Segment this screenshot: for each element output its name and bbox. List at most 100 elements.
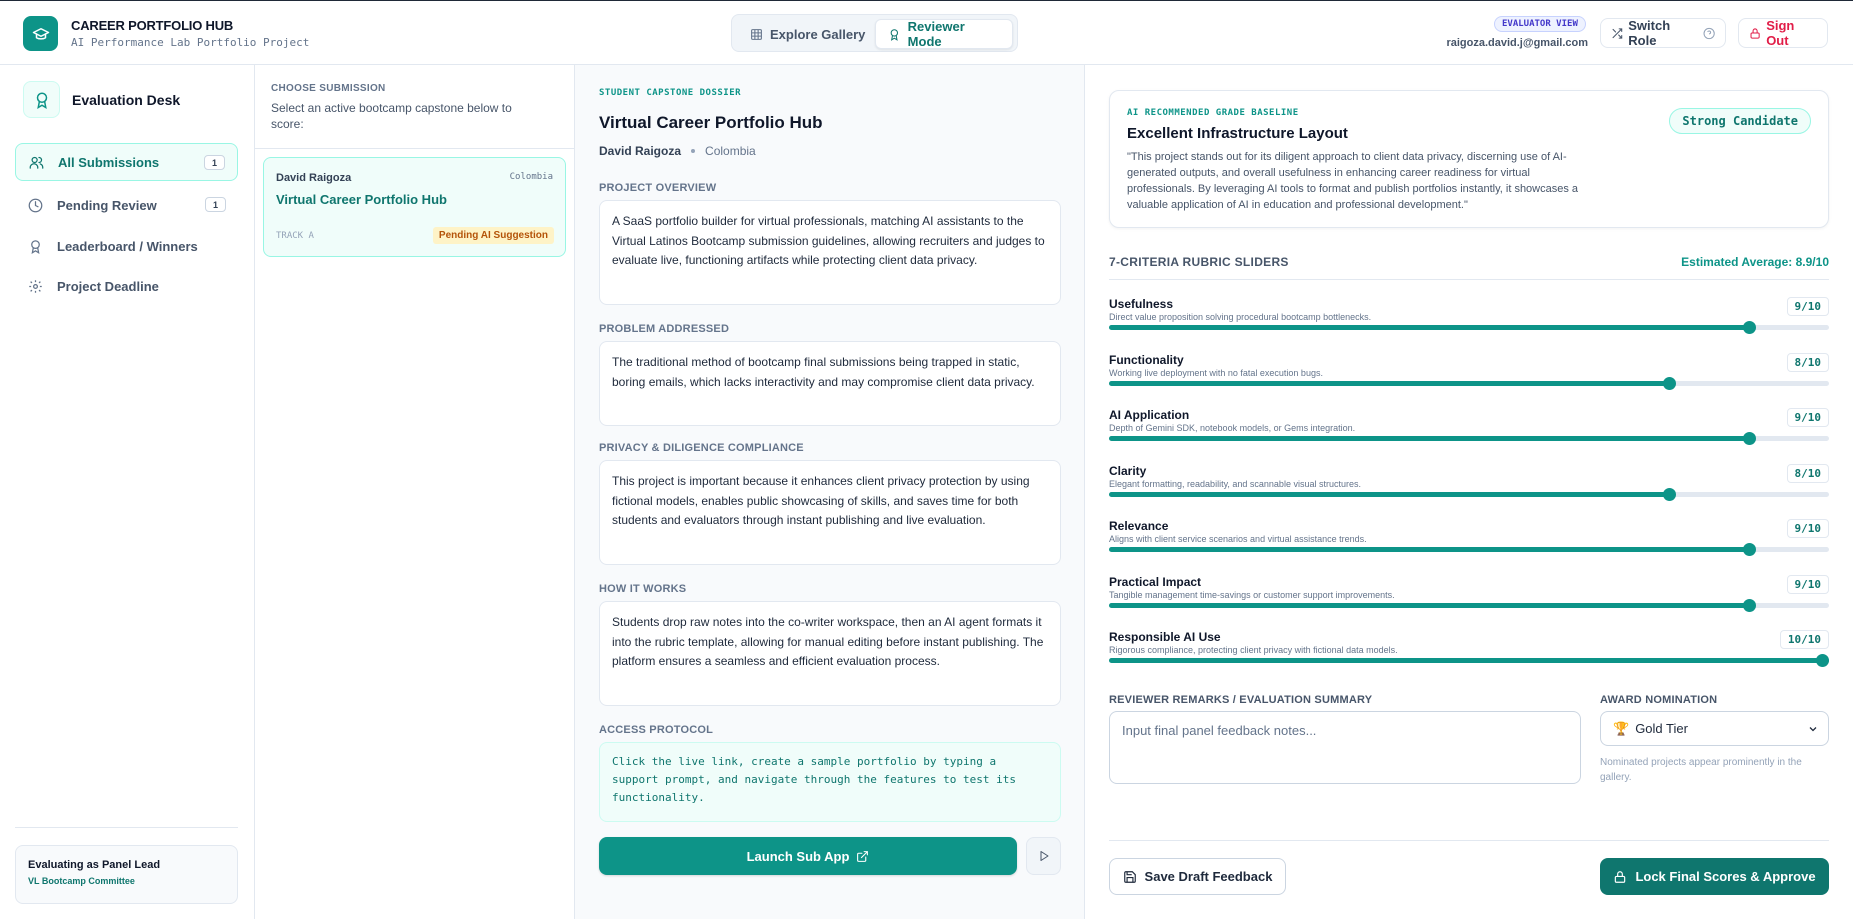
privacy-label: PRIVACY & DILIGENCE COMPLIANCE [599,442,804,454]
criterion-row: Functionality Working live deployment wit… [1109,352,1829,399]
divider [255,148,575,149]
sidebar-item-leaderboard[interactable]: Leaderboard / Winners [15,227,238,265]
play-icon [1040,851,1048,861]
divider [15,827,238,828]
criterion-description: Elegant formatting, readability, and sca… [1109,478,1361,489]
explore-gallery-tab[interactable]: Explore Gallery [738,19,877,49]
estimated-average: Estimated Average: 8.9/10 [1681,255,1829,269]
submission-title: Virtual Career Portfolio Hub [276,192,447,207]
choose-submission-label: CHOOSE SUBMISSION [271,83,386,94]
how-it-works-text: Students drop raw notes into the co-writ… [599,601,1061,706]
reviewer-mode-label: Reviewer Mode [907,19,965,49]
lock-icon [1750,27,1760,39]
sign-out-label: Sign Out [1766,18,1795,48]
criterion-row: Relevance Aligns with client service scen… [1109,519,1829,565]
criterion-slider[interactable] [1109,321,1829,334]
criterion-score: 8/10 [1786,352,1829,372]
criterion-row: Clarity Elegant formatting, readability, … [1109,463,1829,510]
shuffle-icon [1612,27,1623,39]
ai-grade-text: "This project stands out for its diligen… [1127,151,1579,211]
sign-out-button[interactable]: Sign Out [1738,18,1828,48]
award-selected-value: Gold Tier [1635,721,1688,736]
dossier-panel: STUDENT CAPSTONE DOSSIER Virtual Career … [575,65,1085,919]
overview-text: A SaaS portfolio builder for virtual pro… [599,200,1061,305]
submissions-column: CHOOSE SUBMISSION Select an active bootc… [255,65,575,919]
graduation-cap-icon [23,16,58,51]
slider-thumb[interactable] [1743,543,1756,556]
remarks-textarea[interactable] [1109,711,1581,784]
criterion-name: Clarity [1109,463,1147,478]
criterion-description: Direct value proposition solving procedu… [1109,312,1372,322]
help-circle-icon [1703,27,1715,39]
criterion-slider[interactable] [1109,654,1829,667]
rubric-title: 7-CRITERIA RUBRIC SLIDERS [1109,255,1289,269]
slider-thumb[interactable] [1743,598,1756,612]
criterion-slider[interactable] [1109,432,1829,445]
overview-label: PROJECT OVERVIEW [599,182,717,194]
slider-fill [1109,380,1669,386]
lock-final-scores-button[interactable]: Lock Final Scores & Approve [1600,858,1829,895]
award-icon [890,28,899,41]
sidebar-item-all-submissions[interactable]: All Submissions 1 [15,143,238,181]
slider-thumb[interactable] [1663,376,1676,390]
criterion-row: AI Application Depth of Gemini SDK, noteb… [1109,408,1829,454]
trophy-icon: 🏆 [1613,720,1630,736]
explore-gallery-label: Explore Gallery [770,26,866,42]
dossier-title: Virtual Career Portfolio Hub [599,113,823,132]
slider-thumb[interactable] [1743,321,1756,334]
switch-role-button[interactable]: Switch Role [1600,18,1726,48]
users-icon [29,156,44,169]
criterion-description: Tangible management time-savings or cust… [1109,589,1395,600]
sidebar-item-pending-review[interactable]: Pending Review 1 [15,186,238,224]
save-icon [1123,870,1136,883]
slider-fill [1109,602,1749,608]
submission-card[interactable]: David Raigoza Colombia Virtual Career Po… [263,157,566,257]
problem-text: The traditional method of bootcamp final… [599,341,1061,426]
criterion-row: Practical Impact Tangible management time… [1109,574,1829,621]
slider-thumb[interactable] [1816,654,1829,667]
dossier-author-row: David Raigoza Colombia [599,144,756,158]
slider-thumb[interactable] [1743,432,1756,445]
criterion-slider[interactable] [1109,376,1829,390]
criterion-score: 8/10 [1786,463,1829,483]
sidebar-item-project-deadline[interactable]: Project Deadline [15,267,238,305]
criterion-name: Relevance [1109,519,1169,533]
sidebar-item-label: Leaderboard / Winners [57,238,198,254]
separator-dot [691,149,696,153]
slider-fill [1109,547,1749,552]
status-badge: Pending AI Suggestion [432,227,554,244]
award-note: Nominated projects appear prominently in… [1600,757,1802,783]
chevron-down-icon [1809,727,1817,732]
count-badge: 1 [205,197,226,212]
save-draft-button[interactable]: Save Draft Feedback [1109,858,1286,895]
brand-subtitle: AI Performance Lab Portfolio Project [71,36,310,49]
ai-grade-title: Excellent Infrastructure Layout [1127,125,1348,142]
candidate-badge: Strong Candidate [1669,108,1811,134]
user-email: raigoza.david.j@gmail.com [1446,37,1588,49]
divider [1109,840,1829,841]
criterion-slider[interactable] [1109,543,1829,556]
slider-fill [1109,658,1829,663]
evaluator-view-badge: EVALUATOR VIEW [1494,16,1586,32]
grading-panel: AI RECOMMENDED GRADE BASELINE Excellent … [1085,65,1853,919]
criterion-name: AI Application [1109,408,1190,422]
criterion-slider[interactable] [1109,487,1829,501]
criterion-slider[interactable] [1109,598,1829,612]
remarks-label: REVIEWER REMARKS / EVALUATION SUMMARY [1109,694,1373,706]
award-nomination-select[interactable]: 🏆 Gold Tier [1600,711,1829,746]
play-button[interactable] [1026,837,1061,875]
dossier-author: David Raigoza [599,144,682,158]
award-icon [23,81,60,118]
launch-sub-app-button[interactable]: Launch Sub App [599,837,1017,875]
slider-thumb[interactable] [1663,487,1676,501]
mode-switcher: Explore Gallery Reviewer Mode [731,14,1018,52]
external-link-icon [857,850,869,862]
reviewer-mode-tab[interactable]: Reviewer Mode [875,19,1013,49]
count-badge: 1 [204,155,225,170]
clock-icon [28,198,43,212]
sidebar-title: Evaluation Desk [72,92,181,108]
criterion-score: 9/10 [1786,297,1829,316]
save-draft-label: Save Draft Feedback [1144,869,1273,884]
award-label: AWARD NOMINATION [1600,694,1718,706]
criterion-score: 10/10 [1779,630,1829,649]
